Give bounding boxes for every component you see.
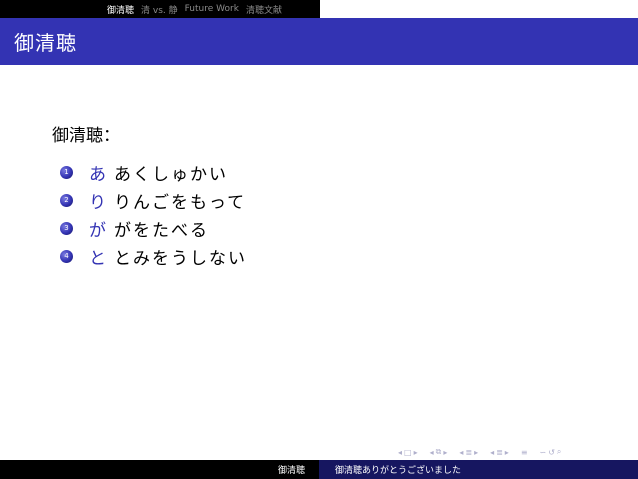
nav-section-references[interactable]: 清聴文献 [246, 3, 282, 16]
nav-section-future-work[interactable]: Future Work [185, 4, 239, 14]
item-text: とみをうしない [114, 248, 247, 269]
frame-title-bar: 御清聴 [0, 18, 638, 65]
footer-message: 御清聴ありがとうございました [335, 466, 462, 476]
section-prev-icon[interactable]: ◂ [459, 448, 463, 457]
frame-icon[interactable]: □ [404, 448, 412, 457]
footer-left: 御清聴 [0, 460, 319, 479]
numbered-bullet-icon: 1 [60, 165, 73, 179]
subsubsection-prev-icon[interactable]: ◂ [490, 448, 494, 457]
frame-prev-icon[interactable]: ◂ [398, 448, 402, 457]
nav-section-sei-vs-sei[interactable]: 清 vs. 静 [141, 3, 178, 16]
numbered-bullet-icon: 3 [60, 221, 73, 235]
search-icon[interactable]: ∽ [540, 448, 547, 457]
top-navigation-bar: 御清聴 清 vs. 静 Future Work 清聴文献 [0, 0, 638, 18]
list-item: 3 が がをたべる [60, 214, 612, 242]
item-term: と [89, 248, 106, 269]
list-item: 1 あ あくしゅかい [60, 158, 612, 186]
subsubsection-next-icon[interactable]: ▸ [505, 448, 509, 457]
intro-text: 御清聴： [52, 126, 120, 146]
slide-content: 御清聴： 1 あ あくしゅかい 2 り りんごをもって 3 が がをたべる 4 … [52, 122, 612, 270]
item-term: あ [89, 164, 106, 185]
footer-bar: 御清聴 御清聴ありがとうございました [0, 460, 638, 479]
item-term: り [89, 192, 106, 213]
subsection-prev-icon[interactable]: ◂ [430, 448, 434, 457]
subsection-next-icon[interactable]: ▸ [443, 448, 447, 457]
frame-next-icon[interactable]: ▸ [414, 448, 418, 457]
item-term: が [89, 220, 106, 241]
section-next-icon[interactable]: ▸ [474, 448, 478, 457]
item-text: あくしゅかい [114, 164, 228, 185]
list-item: 4 と とみをうしない [60, 242, 612, 270]
item-text: りんごをもって [114, 192, 247, 213]
nav-section-gyoseicho[interactable]: 御清聴 [107, 3, 134, 16]
frame-title: 御清聴 [14, 31, 77, 55]
beamer-navigation-symbols: ◂ □ ▸ ◂ ⧉ ▸ ◂ ≣ ▸ ◂ ≣ ▸ ≡ ∽ ↺ ⌕ [398, 446, 561, 458]
footer-right: 御清聴ありがとうございました [319, 460, 638, 479]
footer-short-title: 御清聴 [277, 466, 305, 476]
zoom-icon[interactable]: ⌕ [557, 447, 561, 457]
back-icon[interactable]: ↺ [548, 448, 555, 457]
list-item: 2 り りんごをもって [60, 186, 612, 214]
subsection-icon[interactable]: ⧉ [436, 447, 442, 457]
subsubsection-icon[interactable]: ≣ [496, 448, 503, 457]
item-text: がをたべる [114, 220, 209, 241]
table-of-contents-icon[interactable]: ≡ [521, 448, 528, 457]
section-navigation: 御清聴 清 vs. 静 Future Work 清聴文献 [0, 0, 320, 18]
section-icon[interactable]: ≣ [465, 448, 472, 457]
numbered-bullet-icon: 4 [60, 249, 73, 263]
numbered-bullet-icon: 2 [60, 193, 73, 207]
